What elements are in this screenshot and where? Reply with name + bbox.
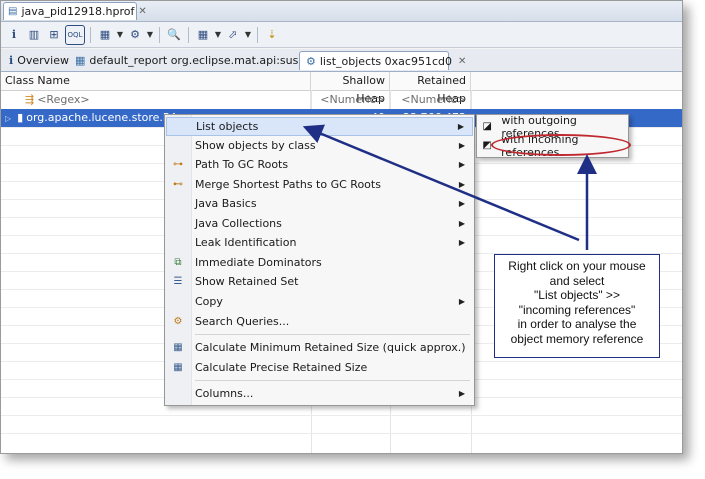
annotation-arrows [302,124,597,250]
instruction-callout: Right click on your mouse and select "Li… [494,254,660,358]
arrow-to-list-objects [302,124,580,242]
